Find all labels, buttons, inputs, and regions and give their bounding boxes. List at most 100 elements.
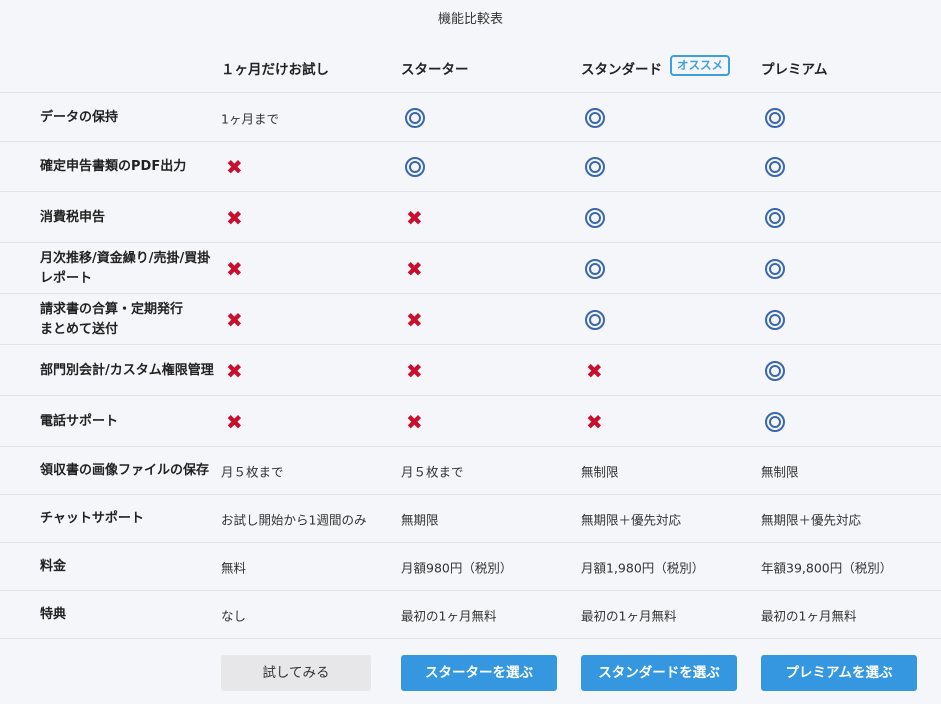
cross-icon: ✖ [406, 358, 423, 383]
plan-header-standard-label: スタンダード [581, 62, 662, 78]
cross-icon: ✖ [226, 256, 243, 281]
feature-value: お試し開始から1週間のみ [221, 512, 367, 528]
included-cell [761, 207, 785, 228]
feature-value: 無制限 [761, 464, 799, 480]
not-included-cell: ✖ [221, 310, 243, 330]
feature-label: データの保持 [40, 110, 119, 125]
table-row: 部門別会計/カスタム権限管理 ✖ ✖ ✖ [0, 344, 941, 396]
included-cell [581, 309, 605, 330]
feature-label: 消費税申告 [40, 209, 106, 225]
included-cell [401, 157, 425, 177]
feature-label: 請求書の合算・定期発行 まとめて送付 [40, 301, 184, 337]
feature-value: 月５枚まで [221, 464, 284, 480]
included-cell [761, 108, 785, 128]
not-included-cell: ✖ [581, 361, 603, 381]
included-cell [581, 157, 605, 177]
feature-value: 無制限 [581, 464, 619, 480]
feature-value: 月５枚まで [401, 464, 464, 480]
cross-icon: ✖ [226, 155, 243, 179]
feature-value: 無期限＋優先対応 [581, 512, 682, 528]
cross-icon: ✖ [406, 307, 423, 332]
included-cell [761, 360, 785, 381]
table-row: 確定申告書類のPDF出力 ✖ [0, 141, 941, 192]
try-button[interactable]: 試してみる [221, 655, 371, 691]
double-circle-icon [765, 411, 785, 432]
table-row: 消費税申告 ✖ ✖ [0, 191, 941, 243]
not-included-cell: ✖ [221, 157, 243, 177]
plan-header-premium: プレミアム [761, 62, 828, 78]
not-included-cell: ✖ [401, 208, 423, 228]
select-starter-button[interactable]: スターターを選ぶ [401, 655, 557, 691]
cross-icon: ✖ [586, 409, 603, 434]
feature-label: 部門別会計/カスタム権限管理 [40, 362, 214, 378]
included-cell [761, 157, 785, 177]
plan-header-standard: スタンダード オススメ [581, 55, 730, 81]
cross-icon: ✖ [406, 205, 423, 230]
not-included-cell: ✖ [401, 361, 423, 381]
double-circle-icon [765, 258, 785, 279]
table-row: 月次推移/資金繰り/売掛/買掛 レポート ✖ ✖ [0, 242, 941, 294]
select-standard-button[interactable]: スタンダードを選ぶ [581, 655, 737, 691]
select-premium-button[interactable]: プレミアムを選ぶ [761, 655, 917, 691]
feature-label: 電話サポート [40, 413, 119, 429]
not-included-cell: ✖ [221, 259, 243, 279]
double-circle-icon [585, 258, 605, 279]
double-circle-icon [765, 207, 785, 228]
included-cell [401, 108, 425, 128]
feature-value: 無期限 [401, 512, 439, 528]
feature-label: チャットサポート [40, 511, 144, 526]
action-row: 試してみる スターターを選ぶ スタンダードを選ぶ プレミアムを選ぶ [0, 638, 941, 704]
feature-label: 領収書の画像ファイルの保存 [40, 463, 210, 478]
cross-icon: ✖ [406, 256, 423, 281]
plan-header-trial: １ヶ月だけお試し [221, 62, 329, 78]
table-row: 領収書の画像ファイルの保存 月５枚まで 月５枚まで 無制限 無制限 [0, 446, 941, 495]
included-cell [581, 258, 605, 279]
not-included-cell: ✖ [221, 208, 243, 228]
included-cell [581, 108, 605, 128]
double-circle-icon [585, 207, 605, 228]
included-cell [761, 309, 785, 330]
table-row: データの保持 1ヶ月まで [0, 92, 941, 143]
not-included-cell: ✖ [221, 361, 243, 381]
feature-value: なし [221, 608, 247, 624]
page-title: 機能比較表 [437, 12, 503, 27]
feature-value: 最初の1ヶ月無料 [401, 608, 497, 624]
feature-label: 料金 [40, 559, 67, 574]
double-circle-icon [585, 309, 605, 330]
not-included-cell: ✖ [221, 412, 243, 432]
feature-value: 年額39,800円（税別） [761, 560, 893, 576]
feature-value: 無料 [221, 560, 247, 576]
feature-label: 確定申告書類のPDF出力 [40, 159, 187, 174]
table-row: チャットサポート お試し開始から1週間のみ 無期限 無期限＋優先対応 無期限＋優先対応 [0, 494, 941, 543]
feature-value: 月額1,980円（税別） [581, 560, 705, 576]
feature-value: 1ヶ月まで [221, 111, 279, 127]
included-cell [761, 411, 785, 432]
table-row: 特典 なし 最初の1ヶ月無料 最初の1ヶ月無料 最初の1ヶ月無料 [0, 590, 941, 639]
double-circle-icon [765, 157, 785, 177]
cross-icon: ✖ [226, 307, 243, 332]
double-circle-icon [405, 108, 425, 128]
cross-icon: ✖ [226, 358, 243, 383]
plan-header-starter: スターター [401, 62, 469, 78]
feature-value: 最初の1ヶ月無料 [581, 608, 677, 624]
cross-icon: ✖ [226, 409, 243, 434]
double-circle-icon [765, 360, 785, 381]
double-circle-icon [585, 157, 605, 177]
feature-value: 月額980円（税別） [401, 560, 513, 576]
feature-label: 月次推移/資金繰り/売掛/買掛 レポート [40, 250, 211, 286]
double-circle-icon [765, 108, 785, 128]
recommended-badge: オススメ [670, 55, 730, 76]
double-circle-icon [405, 157, 425, 177]
feature-label: 特典 [40, 607, 67, 622]
not-included-cell: ✖ [581, 412, 603, 432]
plan-header-row: １ヶ月だけお試し スターター スタンダード オススメ プレミアム [0, 44, 941, 92]
feature-value: 最初の1ヶ月無料 [761, 608, 857, 624]
cross-icon: ✖ [406, 409, 423, 434]
not-included-cell: ✖ [401, 412, 423, 432]
cross-icon: ✖ [586, 358, 603, 383]
not-included-cell: ✖ [401, 310, 423, 330]
included-cell [581, 207, 605, 228]
feature-value: 無期限＋優先対応 [761, 512, 862, 528]
double-circle-icon [585, 108, 605, 128]
table-row: 請求書の合算・定期発行 まとめて送付 ✖ ✖ [0, 293, 941, 345]
